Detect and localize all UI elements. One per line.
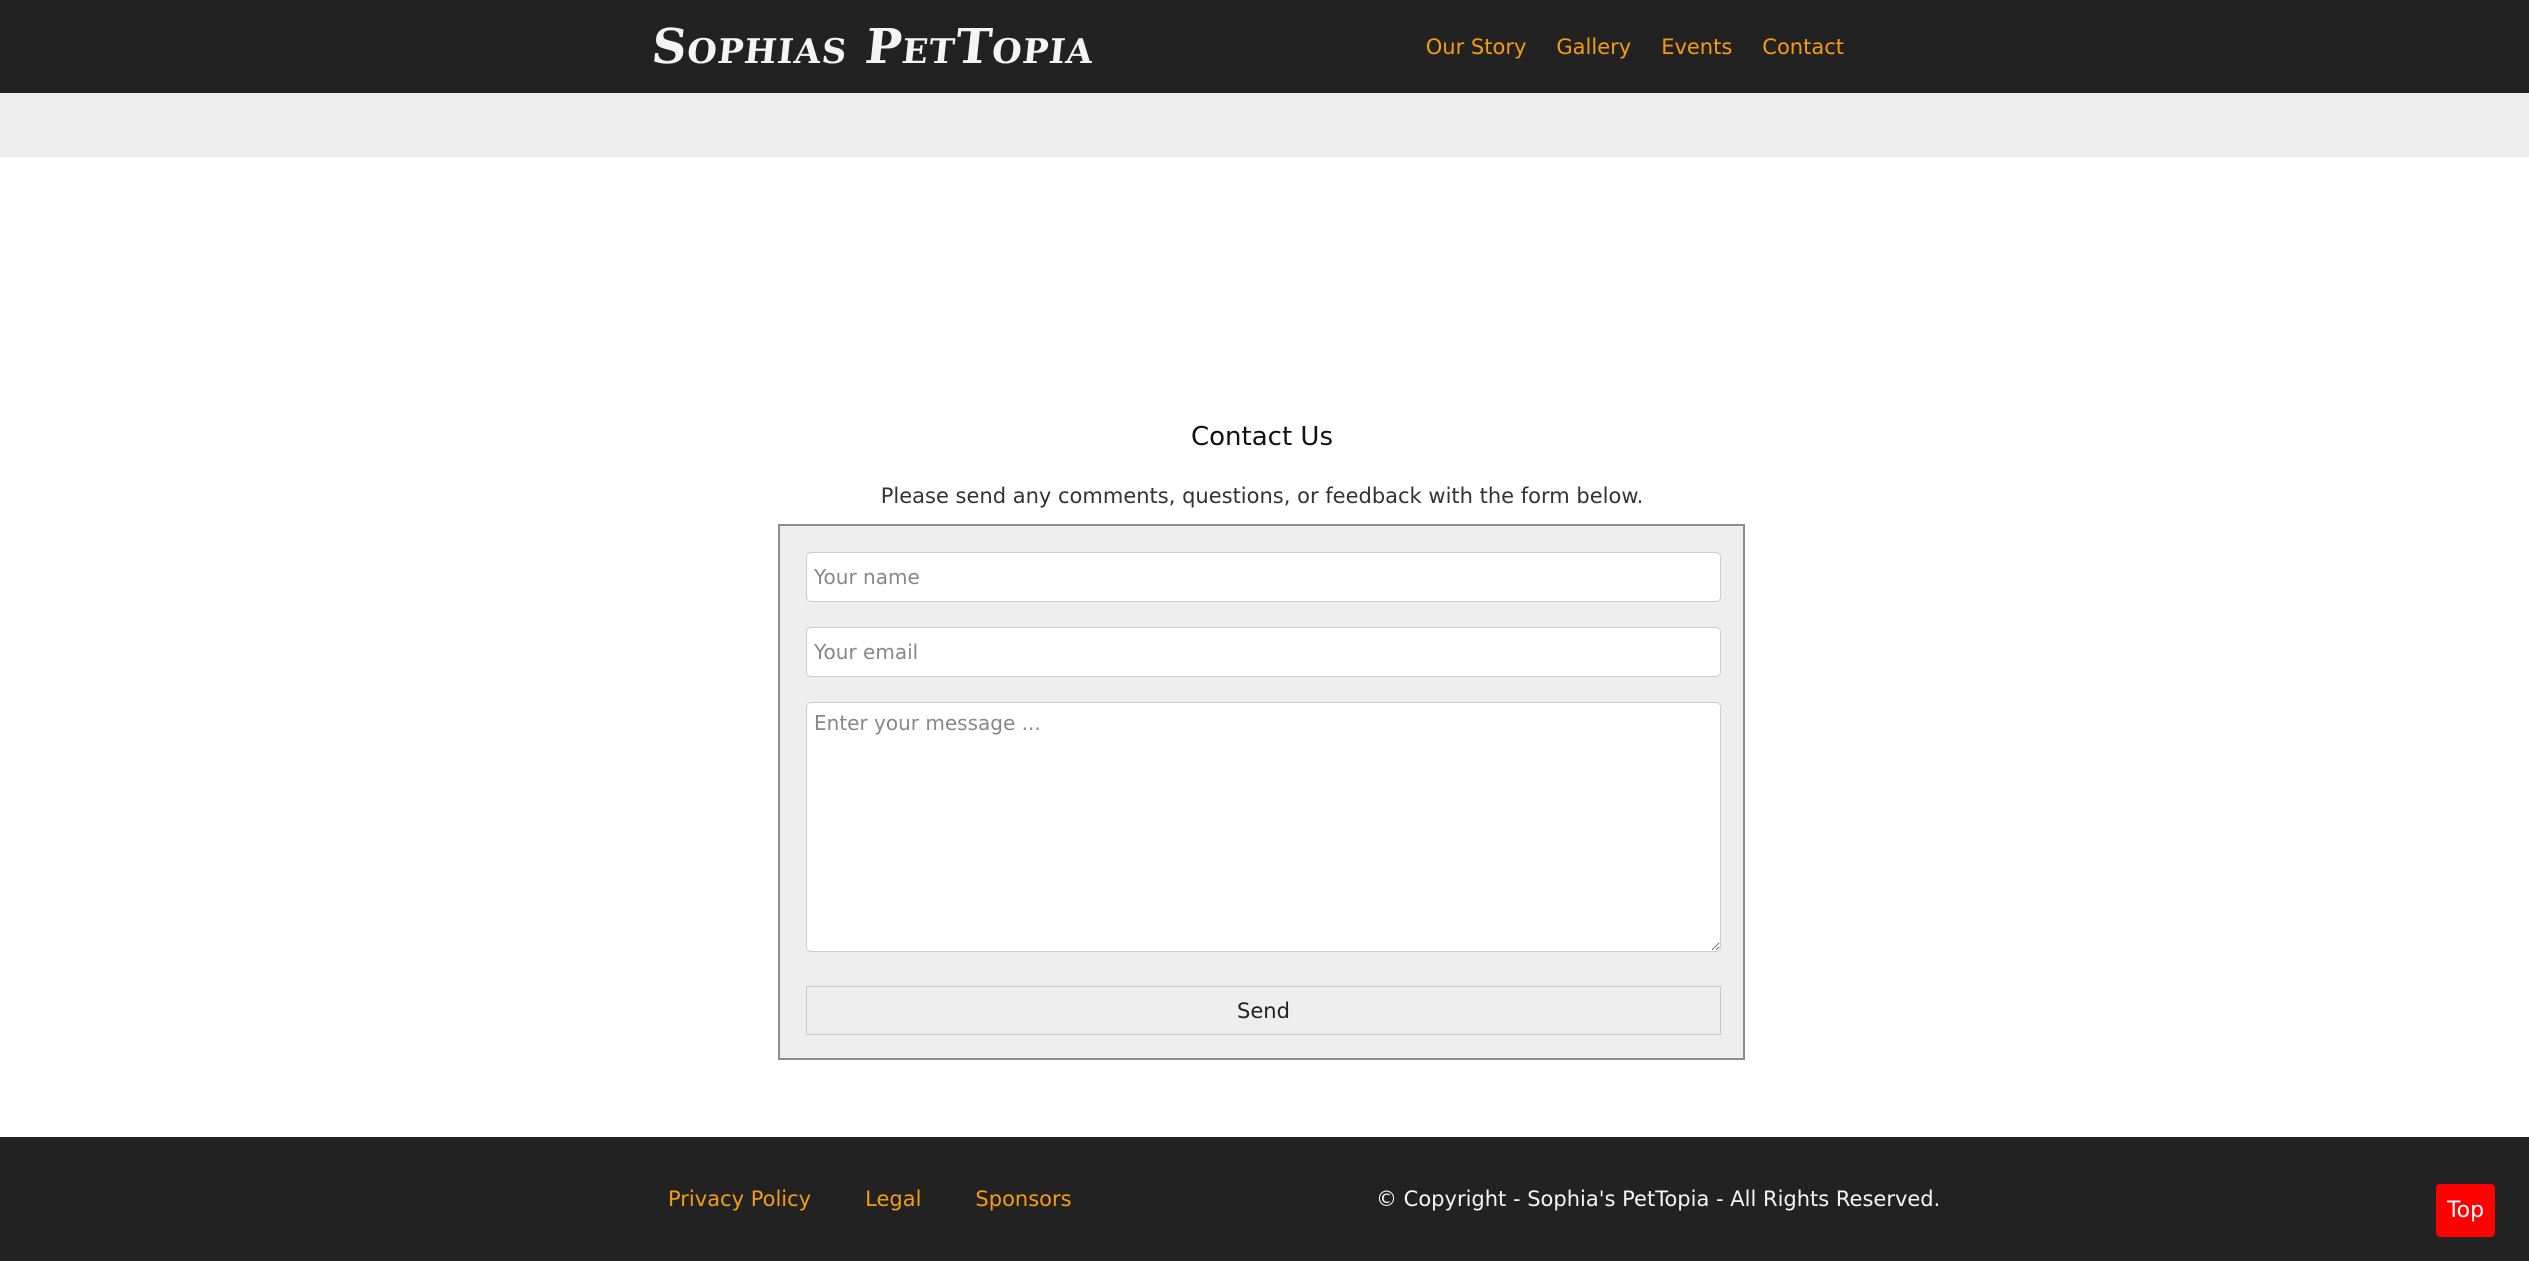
main-nav: Our Story Gallery Events Contact bbox=[1426, 0, 1844, 93]
footer-link-privacy-policy[interactable]: Privacy Policy bbox=[668, 1187, 811, 1211]
nav-link-gallery[interactable]: Gallery bbox=[1556, 35, 1631, 59]
footer-links: Privacy Policy Legal Sponsors bbox=[668, 1137, 1072, 1261]
copyright-text: © Copyright - Sophia's PetTopia - All Ri… bbox=[1376, 1187, 1941, 1211]
nav-link-contact[interactable]: Contact bbox=[1762, 35, 1844, 59]
name-input[interactable] bbox=[806, 552, 1721, 602]
footer-link-legal[interactable]: Legal bbox=[865, 1187, 921, 1211]
nav-link-our-story[interactable]: Our Story bbox=[1426, 35, 1527, 59]
page-title: Contact Us bbox=[1191, 422, 1333, 452]
contact-form: Send bbox=[778, 524, 1745, 1060]
email-input[interactable] bbox=[806, 627, 1721, 677]
header-subbar bbox=[0, 93, 2529, 157]
contact-intro-text: Please send any comments, questions, or … bbox=[880, 484, 1644, 508]
back-to-top-button[interactable]: Top bbox=[2436, 1184, 2495, 1237]
footer-link-sponsors[interactable]: Sponsors bbox=[975, 1187, 1071, 1211]
send-button[interactable]: Send bbox=[806, 986, 1721, 1035]
nav-link-events[interactable]: Events bbox=[1661, 35, 1732, 59]
message-textarea[interactable] bbox=[806, 702, 1721, 952]
site-footer: Privacy Policy Legal Sponsors © Copyrigh… bbox=[0, 1137, 2529, 1261]
site-logo[interactable]: Sophias PetTopia bbox=[649, 14, 1098, 80]
site-header: Sophias PetTopia Our Story Gallery Event… bbox=[0, 0, 2529, 93]
